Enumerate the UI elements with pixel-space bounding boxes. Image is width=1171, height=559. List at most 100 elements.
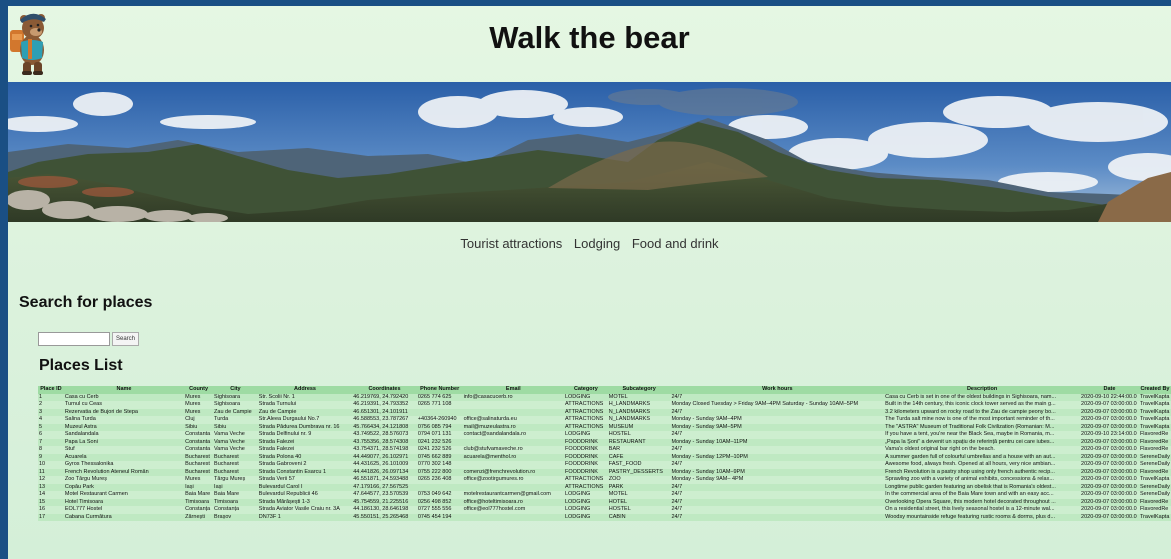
table-cell: 0794 071 131 <box>416 431 463 439</box>
table-cell: LODGING <box>563 498 608 506</box>
table-row[interactable]: 11 French Revolution Ateneul Român Buchare… <box>38 468 1171 476</box>
table-cell: On a residential street, this lively sea… <box>884 506 1081 514</box>
table-cell: 2020-09-07 03:00:00.0 <box>1080 453 1139 461</box>
table-row[interactable]: 9 Acuarela Bucharest Bucharest Strada Polona… <box>38 453 1171 461</box>
table-cell: Zau de Campie <box>213 408 258 416</box>
search-button[interactable]: Search <box>112 332 139 346</box>
table-cell: Monday - Sunday 9AM– 4PM <box>670 476 885 484</box>
table-cell <box>462 408 564 416</box>
table-cell: Hotel Timisoara <box>63 498 185 506</box>
table-cell: TravelKapta <box>1138 416 1171 424</box>
nav-tourist-attractions[interactable]: Tourist attractions <box>460 236 562 251</box>
table-cell: MOTEL <box>607 491 671 499</box>
table-cell: CAFE <box>607 453 671 461</box>
table-cell: 0753 049 642 <box>416 491 463 499</box>
table-body: 1 Casa cu Cerb Mures Sighisoara Str. Scolii … <box>38 393 1171 521</box>
column-header: Phone Number <box>416 386 463 394</box>
table-cell: mail@muzeulastra.ro <box>462 423 564 431</box>
table-cell: 9 <box>38 453 64 461</box>
table-cell: 1 <box>38 393 64 401</box>
table-cell <box>416 408 463 416</box>
table-cell: SereneDaily <box>1138 453 1171 461</box>
table-cell: Baia Mare <box>213 491 258 499</box>
table-cell: FlavoredRe <box>1138 431 1171 439</box>
places-list-heading: Places List <box>39 357 123 374</box>
table-cell: Monday - Sunday 10AM–9PM <box>670 468 885 476</box>
main-nav: Tourist attractions Lodging Food and dri… <box>8 236 1171 251</box>
table-row[interactable]: 15 Hotel Timisoara Timisoara Timisoara Strad… <box>38 498 1171 506</box>
table-row[interactable]: 1 Casa cu Cerb Mures Sighisoara Str. Scolii … <box>38 393 1171 401</box>
table-cell: 7 <box>38 438 64 446</box>
table-cell: 14 <box>38 491 64 499</box>
table-cell: info@casacucerb.ro <box>462 393 564 401</box>
table-cell: Constanța <box>213 506 258 514</box>
table-cell: Strada Gabroveni 2 <box>257 461 353 469</box>
table-row[interactable]: 17 Cabana Curmătura Zărnești Brașov DN73F 14… <box>38 513 1171 521</box>
table-cell: 2020-09-07 03:00:00.0 <box>1080 423 1139 431</box>
table-cell: Bucharest <box>213 468 258 476</box>
table-cell: 5 <box>38 423 64 431</box>
table-cell: 24/7 <box>670 498 885 506</box>
table-cell: 24/7 <box>670 393 885 401</box>
table-row[interactable]: 3 Rezervatia de Bujori de Stepa Mures Zau d… <box>38 408 1171 416</box>
table-row[interactable]: 13 Copău Park Iași Iași Bulevardul Carol I 47… <box>38 483 1171 491</box>
column-header: Date <box>1080 386 1139 394</box>
table-cell: FlavoredRe <box>1138 446 1171 454</box>
table-cell: 43.749522, 28.576073 <box>352 431 417 439</box>
table-row[interactable]: 4 Salina Turda Cluj Turda Str.Aleea Durgaulu… <box>38 416 1171 424</box>
table-row[interactable]: 6 Sandalandala Constanta Vama Veche Strada D… <box>38 431 1171 439</box>
table-cell: 2020-09-07 03:00:00.0 <box>1080 446 1139 454</box>
table-row[interactable]: 7 Papa La Soni Constanta Vama Veche Strada F… <box>38 438 1171 446</box>
table-cell: 2020-09-07 03:00:00.0 <box>1080 401 1139 409</box>
table-cell: Strada Falezei <box>257 446 353 454</box>
table-cell: 2020-09-07 03:00:00.0 <box>1080 476 1139 484</box>
table-cell: FlavoredRe <box>1138 438 1171 446</box>
table-cell: Târgu Mureș <box>213 476 258 484</box>
table-cell: Timisoara <box>213 498 258 506</box>
table-cell: 46.219769, 24.792420 <box>352 393 417 401</box>
table-cell: Stuf <box>63 446 185 454</box>
table-cell: Casa cu Cerb <box>63 393 185 401</box>
table-cell <box>462 483 564 491</box>
table-cell: FOODDRINK <box>563 453 608 461</box>
table-row[interactable]: 8 Stuf Constanta Vama Veche Strada Falezei 43… <box>38 446 1171 454</box>
table-row[interactable]: 10 Gyros Thessalonika Bucharest Bucharest St… <box>38 461 1171 469</box>
table-cell: Sighisoara <box>213 393 258 401</box>
table-cell: 24/7 <box>670 506 885 514</box>
table-cell: TravelKapta <box>1138 423 1171 431</box>
table-cell: MOTEL <box>607 393 671 401</box>
search-input[interactable] <box>38 332 110 346</box>
table-cell: If you have a tent, you're near the Blac… <box>884 431 1081 439</box>
table-cell: Vama Veche <box>213 446 258 454</box>
nav-food-and-drink[interactable]: Food and drink <box>632 236 719 251</box>
table-cell: RESTAURANT <box>607 438 671 446</box>
table-cell: N_LANDMARKS <box>607 416 671 424</box>
nav-lodging[interactable]: Lodging <box>574 236 620 251</box>
mountain-banner <box>8 82 1171 222</box>
table-cell: FlavoredRe <box>1138 506 1171 514</box>
table-cell: Vama Veche <box>213 438 258 446</box>
table-row[interactable]: 12 Zoo Târgu Mureș Mures Târgu Mureș Strada … <box>38 476 1171 484</box>
table-cell: 11 <box>38 468 64 476</box>
table-cell: Salina Turda <box>63 416 185 424</box>
table-row[interactable]: 5 Muzeul Astra Sibiu Sibiu Strada Pădurea Du… <box>38 423 1171 431</box>
table-row[interactable]: 16 EOL777 Hostel Constanța Constanța Strada … <box>38 506 1171 514</box>
table-cell: 45.754559, 21.225516 <box>352 498 417 506</box>
column-header: Subcategory <box>607 386 671 394</box>
table-row[interactable]: 14 Motel Restaurant Carmen Baia Mare Baia M… <box>38 491 1171 499</box>
table-cell: 46.651301, 24.101911 <box>352 408 417 416</box>
table-cell: FOODDRINK <box>563 446 608 454</box>
site-title: Walk the bear <box>489 20 690 55</box>
table-cell: Mures <box>184 401 214 409</box>
table-cell: 17 <box>38 513 64 521</box>
table-cell: In the commercial area of the Baia Mare … <box>884 491 1081 499</box>
table-cell: 16 <box>38 506 64 514</box>
table-cell: The "ASTRA" Museum of Traditional Folk C… <box>884 423 1081 431</box>
table-cell: Constanta <box>184 438 214 446</box>
table-cell: Papa La Soni <box>63 438 185 446</box>
table-cell: Monday Closed Tuesday > Friday 9AM–4PM S… <box>670 401 885 409</box>
table-row[interactable]: 2 Turnul cu Ceas Mures Sighisoara Strada Tur… <box>38 401 1171 409</box>
table-cell: Copău Park <box>63 483 185 491</box>
table-cell: office@zootirgumures.ro <box>462 476 564 484</box>
table-cell: Strada Delfinului nr. 9 <box>257 431 353 439</box>
